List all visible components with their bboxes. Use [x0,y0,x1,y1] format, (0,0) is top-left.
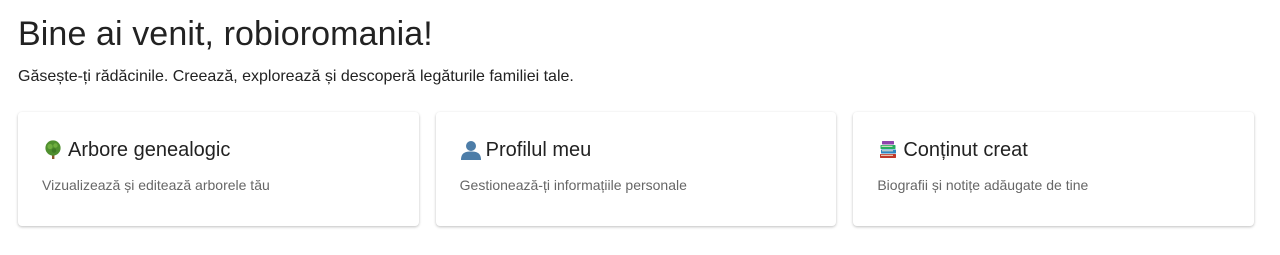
card-description: Biografii și notițe adăugate de tine [877,177,1089,193]
card-description: Gestionează-ți informațiile personale [459,177,687,193]
card-title: Profilul meu [485,139,592,161]
page-title: Bine ai venit, robioromania! [18,15,433,53]
tree-icon [42,139,64,161]
card-family-tree[interactable]: Arbore genealogic Vizualizează și editea… [18,112,419,226]
card-created-content[interactable]: Conținut creat Biografii și notițe adăug… [853,112,1255,226]
card-my-profile[interactable]: Profilul meu Gestionează-ți informațiile… [435,112,837,226]
dashboard-page: Bine ai venit, robioromania! Găsește-ți … [0,0,1280,255]
card-title-row: Conținut creat [877,138,1230,162]
card-description: Vizualizează și editează arborele tău [42,177,270,193]
card-grid: Arbore genealogic Vizualizează și editea… [18,112,1255,226]
card-title: Arbore genealogic [68,139,231,161]
user-silhouette-icon [460,139,482,161]
card-title: Conținut creat [903,139,1028,161]
card-title-row: Arbore genealogic [42,138,395,162]
card-title-row: Profilul meu [460,138,813,162]
page-subtitle: Găsește-ți rădăcinile. Creează, explorea… [18,68,574,85]
books-icon [877,139,899,161]
